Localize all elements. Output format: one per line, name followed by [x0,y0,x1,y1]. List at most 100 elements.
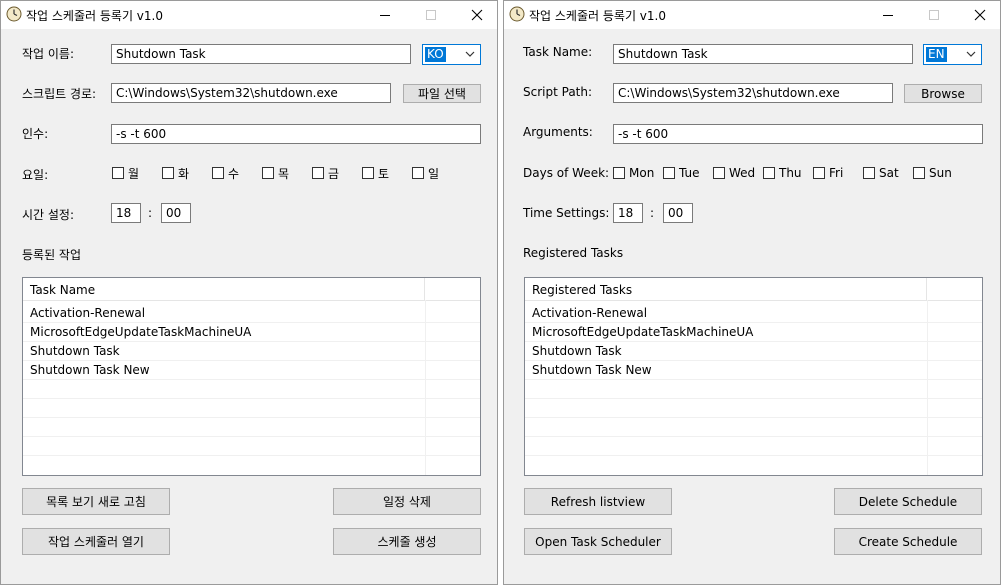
maximize-button[interactable] [911,1,957,29]
days-label: 요일: [22,168,49,182]
open-task-scheduler-button[interactable]: Open Task Scheduler [524,528,672,555]
checkbox-box[interactable] [312,167,324,179]
minimize-button[interactable] [362,1,408,29]
table-row[interactable]: Shutdown Task New [23,361,480,380]
table-row[interactable]: Activation-Renewal [525,304,982,323]
checkbox-box[interactable] [112,167,124,179]
day-checkbox-thu[interactable]: 목 [262,165,289,181]
table-row[interactable]: MicrosoftEdgeUpdateTaskMachineUA [23,323,480,342]
chevron-down-icon [465,51,475,57]
delete-schedule-button[interactable]: Delete Schedule [834,488,982,515]
checkbox-box[interactable] [913,167,925,179]
script-path-input[interactable]: C:\Windows\System32\shutdown.exe [613,83,893,103]
clock-icon [509,6,525,22]
checkbox-box[interactable] [212,167,224,179]
open-task-scheduler-button[interactable]: 작업 스케줄러 열기 [22,528,170,555]
time-separator: : [148,206,153,220]
close-button[interactable] [454,1,497,29]
day-checkbox-fri[interactable]: 금 [312,165,339,181]
language-selected-value: EN [926,47,947,62]
table-row[interactable]: Activation-Renewal [23,304,480,323]
task-name-input[interactable]: Shutdown Task [111,44,411,64]
time-label: Time Settings: [523,206,610,220]
close-button[interactable] [957,1,1000,29]
checkbox-box[interactable] [813,167,825,179]
day-checkbox-wed[interactable]: 수 [212,165,239,181]
day-label: Sat [879,166,899,180]
empty-row [23,418,480,437]
day-checkbox-fri[interactable]: Fri [813,165,843,181]
day-checkbox-tue[interactable]: Tue [663,165,700,181]
checkbox-box[interactable] [663,167,675,179]
window-title: 작업 스케줄러 등록기 v1.0 [529,9,666,23]
task-name-label: 작업 이름: [22,47,75,61]
browse-button[interactable]: Browse [904,84,982,103]
day-checkbox-sun[interactable]: Sun [913,165,952,181]
delete-schedule-button[interactable]: 일정 삭제 [333,488,481,515]
day-checkbox-wed[interactable]: Wed [713,165,755,181]
refresh-listview-button[interactable]: Refresh listview [524,488,672,515]
day-label: Thu [779,166,802,180]
day-checkbox-thu[interactable]: Thu [763,165,802,181]
create-schedule-button[interactable]: 스케줄 생성 [333,528,481,555]
title-bar[interactable]: 작업 스케줄러 등록기 v1.0 [504,1,1000,29]
table-row[interactable]: Shutdown Task [525,342,982,361]
arguments-input[interactable]: -s -t 600 [111,124,481,144]
day-label: Tue [679,166,700,180]
day-checkbox-mon[interactable]: Mon [613,165,654,181]
task-cell: Shutdown Task New [30,363,150,377]
table-row[interactable]: MicrosoftEdgeUpdateTaskMachineUA [525,323,982,342]
chevron-down-icon [966,51,976,57]
title-bar[interactable]: 작업 스케줄러 등록기 v1.0 [1,1,497,29]
arguments-input[interactable]: -s -t 600 [613,124,983,144]
table-row[interactable]: Shutdown Task New [525,361,982,380]
minimize-button[interactable] [865,1,911,29]
language-select[interactable]: EN [923,44,982,65]
empty-row [23,380,480,399]
day-checkbox-sun[interactable]: 일 [412,165,439,181]
create-schedule-button[interactable]: Create Schedule [834,528,982,555]
empty-row [525,399,982,418]
day-label: Sun [929,166,952,180]
task-listview[interactable]: Registered Tasks Activation-Renewal Micr… [524,277,983,476]
minimize-icon [380,15,390,16]
script-path-input[interactable]: C:\Windows\System32\shutdown.exe [111,83,391,103]
minute-input[interactable]: 00 [663,203,693,223]
hour-input[interactable]: 18 [613,203,643,223]
task-cell: Activation-Renewal [532,306,648,320]
checkbox-box[interactable] [412,167,424,179]
time-separator: : [650,206,655,220]
language-select[interactable]: KO [422,44,481,65]
refresh-listview-button[interactable]: 목록 보기 새로 고침 [22,488,170,515]
registered-tasks-label: 등록된 작업 [22,248,82,262]
task-name-input[interactable]: Shutdown Task [613,44,913,64]
checkbox-box[interactable] [162,167,174,179]
task-cell: Shutdown Task [30,344,120,358]
column-header-registered-tasks[interactable]: Registered Tasks [525,278,927,300]
checkbox-box[interactable] [863,167,875,179]
day-checkbox-sat[interactable]: 토 [362,165,389,181]
day-label: 월 [128,166,140,181]
window-title: 작업 스케줄러 등록기 v1.0 [26,9,163,23]
checkbox-box[interactable] [613,167,625,179]
checkbox-box[interactable] [262,167,274,179]
day-checkbox-tue[interactable]: 화 [162,165,189,181]
day-checkbox-sat[interactable]: Sat [863,165,899,181]
maximize-icon [426,10,436,20]
task-cell: Activation-Renewal [30,306,146,320]
hour-input[interactable]: 18 [111,203,141,223]
minute-input[interactable]: 00 [161,203,191,223]
maximize-button[interactable] [408,1,454,29]
column-header-task-name[interactable]: Task Name [23,278,425,300]
day-checkbox-mon[interactable]: 월 [112,165,139,181]
listview-header: Task Name [23,278,480,301]
task-listview[interactable]: Task Name Activation-Renewal MicrosoftEd… [22,277,481,476]
registered-tasks-label: Registered Tasks [523,246,624,260]
checkbox-box[interactable] [362,167,374,179]
browse-button[interactable]: 파일 선택 [403,84,481,103]
day-label: 화 [178,166,190,181]
checkbox-box[interactable] [763,167,775,179]
table-row[interactable]: Shutdown Task [23,342,480,361]
arguments-label: Arguments: [523,125,593,139]
checkbox-box[interactable] [713,167,725,179]
